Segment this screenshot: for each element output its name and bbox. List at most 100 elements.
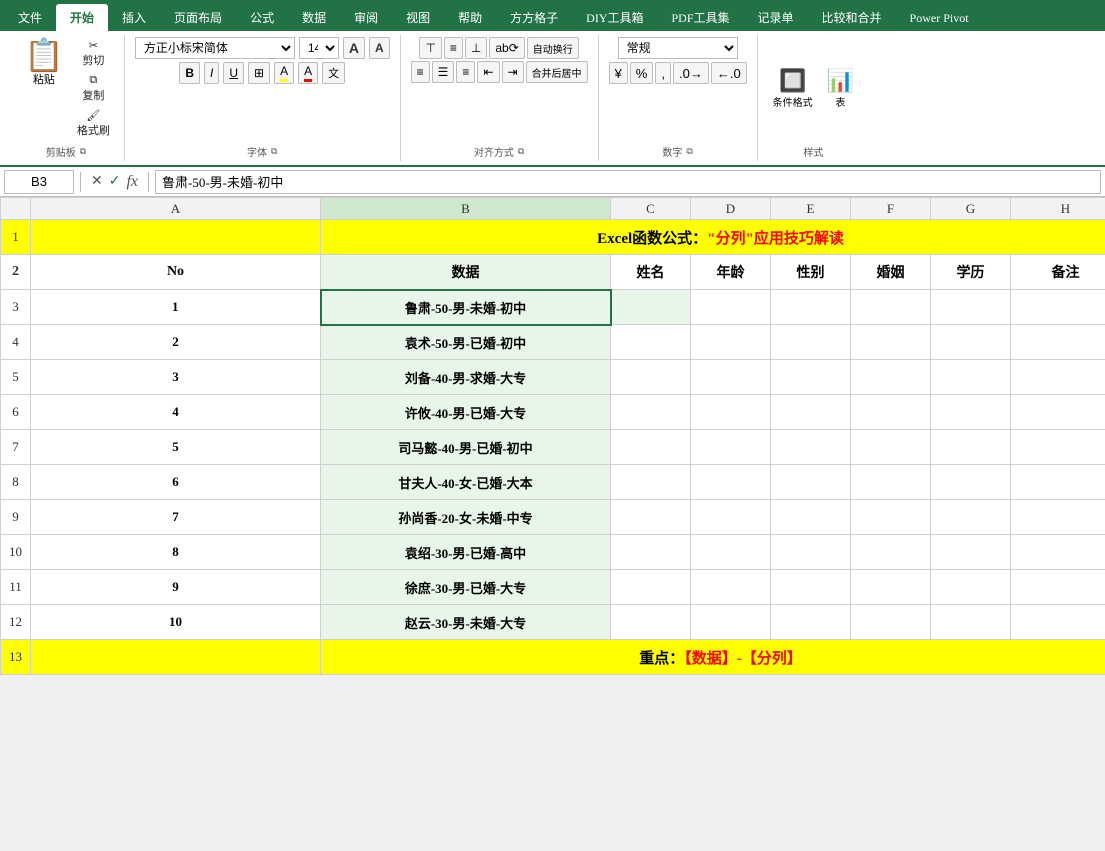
- cell-a1[interactable]: [31, 220, 321, 255]
- cell-c5[interactable]: [611, 360, 691, 395]
- decrease-font-button[interactable]: A: [369, 37, 390, 59]
- font-size-select[interactable]: 14: [299, 37, 339, 59]
- cell-b9[interactable]: 孙尚香-20-女-未婚-中专: [321, 500, 611, 535]
- fill-color-button[interactable]: A: [274, 62, 294, 84]
- cell-g11[interactable]: [931, 570, 1011, 605]
- decrease-decimal-button[interactable]: ←.0: [711, 62, 747, 84]
- cell-e8[interactable]: [771, 465, 851, 500]
- cell-a4[interactable]: 2: [31, 325, 321, 360]
- col-header-h[interactable]: H: [1011, 198, 1105, 220]
- tab-pdf[interactable]: PDF工具集: [658, 4, 744, 31]
- comma-button[interactable]: ,: [655, 62, 671, 84]
- confirm-formula-icon[interactable]: ✓: [109, 173, 121, 190]
- cell-e12[interactable]: [771, 605, 851, 640]
- cell-f10[interactable]: [851, 535, 931, 570]
- cut-button[interactable]: ✂ 剪切: [73, 37, 114, 70]
- cell-h5[interactable]: [1011, 360, 1105, 395]
- cell-e11[interactable]: [771, 570, 851, 605]
- cell-b1[interactable]: Excel函数公式："分列"应用技巧解读: [321, 220, 1105, 255]
- cell-a11[interactable]: 9: [31, 570, 321, 605]
- paste-button[interactable]: 📋 粘贴: [18, 37, 70, 140]
- cell-a3[interactable]: 1: [31, 290, 321, 325]
- cell-a8[interactable]: 6: [31, 465, 321, 500]
- font-color-button[interactable]: A: [298, 62, 318, 84]
- cell-b3[interactable]: 鲁肃-50-男-未婚-初中: [321, 290, 611, 325]
- tab-power-pivot[interactable]: Power Pivot: [896, 6, 983, 31]
- cell-a2[interactable]: No: [31, 255, 321, 290]
- col-header-e[interactable]: E: [771, 198, 851, 220]
- tab-view[interactable]: 视图: [392, 4, 444, 31]
- cell-g6[interactable]: [931, 395, 1011, 430]
- cell-c3[interactable]: [611, 290, 691, 325]
- align-bottom-button[interactable]: ⊥: [465, 37, 487, 59]
- cell-g2[interactable]: 学历: [931, 255, 1011, 290]
- font-expand-icon[interactable]: ⧉: [271, 146, 277, 157]
- align-top-button[interactable]: ⊤: [419, 37, 441, 59]
- cell-h2[interactable]: 备注: [1011, 255, 1105, 290]
- cell-c2[interactable]: 姓名: [611, 255, 691, 290]
- cell-d6[interactable]: [691, 395, 771, 430]
- cell-b7[interactable]: 司马懿-40-男-已婚-初中: [321, 430, 611, 465]
- font-name-select[interactable]: 方正小标宋简体: [135, 37, 295, 59]
- cell-g5[interactable]: [931, 360, 1011, 395]
- table-style-button[interactable]: 📊 表: [822, 65, 859, 112]
- cell-f6[interactable]: [851, 395, 931, 430]
- cell-b4[interactable]: 袁术-50-男-已婚-初中: [321, 325, 611, 360]
- tab-help[interactable]: 帮助: [444, 4, 496, 31]
- tab-records[interactable]: 记录单: [744, 4, 808, 31]
- border-button[interactable]: ⊞: [248, 62, 270, 84]
- merge-center-button[interactable]: 合并后居中: [526, 61, 588, 83]
- clipboard-expand-icon[interactable]: ⧉: [80, 146, 86, 157]
- increase-indent-button[interactable]: ⇥: [502, 61, 524, 83]
- number-expand-icon[interactable]: ⧉: [686, 146, 692, 157]
- cell-h3[interactable]: [1011, 290, 1105, 325]
- cell-a12[interactable]: 10: [31, 605, 321, 640]
- cell-b10[interactable]: 袁绍-30-男-已婚-高中: [321, 535, 611, 570]
- cell-f11[interactable]: [851, 570, 931, 605]
- italic-button[interactable]: I: [204, 62, 219, 84]
- cell-h7[interactable]: [1011, 430, 1105, 465]
- cell-a10[interactable]: 8: [31, 535, 321, 570]
- cell-a7[interactable]: 5: [31, 430, 321, 465]
- wrap-text-button[interactable]: 自动换行: [527, 37, 579, 59]
- tab-home[interactable]: 开始: [56, 4, 108, 31]
- align-middle-button[interactable]: ≡: [444, 37, 463, 59]
- format-painter-button[interactable]: 🖌 格式刷: [73, 107, 114, 140]
- cell-e4[interactable]: [771, 325, 851, 360]
- align-right-button[interactable]: ≡: [456, 61, 475, 83]
- cell-f9[interactable]: [851, 500, 931, 535]
- conditional-format-button[interactable]: 🔲 条件格式: [768, 65, 818, 112]
- cell-h12[interactable]: [1011, 605, 1105, 640]
- cell-d10[interactable]: [691, 535, 771, 570]
- cell-d11[interactable]: [691, 570, 771, 605]
- cell-c6[interactable]: [611, 395, 691, 430]
- char-spacing-button[interactable]: 文: [322, 62, 345, 84]
- cell-c7[interactable]: [611, 430, 691, 465]
- currency-button[interactable]: ¥: [609, 62, 628, 84]
- col-header-b[interactable]: B: [321, 198, 611, 220]
- tab-data[interactable]: 数据: [288, 4, 340, 31]
- bold-button[interactable]: B: [179, 62, 200, 84]
- col-header-d[interactable]: D: [691, 198, 771, 220]
- cancel-formula-icon[interactable]: ✕: [91, 173, 103, 190]
- cell-e9[interactable]: [771, 500, 851, 535]
- cell-c4[interactable]: [611, 325, 691, 360]
- increase-font-button[interactable]: A: [343, 37, 365, 59]
- cell-g10[interactable]: [931, 535, 1011, 570]
- cell-h8[interactable]: [1011, 465, 1105, 500]
- col-header-f[interactable]: F: [851, 198, 931, 220]
- cell-h11[interactable]: [1011, 570, 1105, 605]
- cell-e5[interactable]: [771, 360, 851, 395]
- increase-decimal-button[interactable]: .0→: [673, 62, 709, 84]
- tab-diy[interactable]: DIY工具箱: [572, 4, 657, 31]
- cell-d5[interactable]: [691, 360, 771, 395]
- cell-c8[interactable]: [611, 465, 691, 500]
- cell-g12[interactable]: [931, 605, 1011, 640]
- cell-e6[interactable]: [771, 395, 851, 430]
- formula-input[interactable]: [155, 170, 1101, 194]
- cell-e3[interactable]: [771, 290, 851, 325]
- cell-f3[interactable]: [851, 290, 931, 325]
- cell-c9[interactable]: [611, 500, 691, 535]
- cell-f12[interactable]: [851, 605, 931, 640]
- cell-d4[interactable]: [691, 325, 771, 360]
